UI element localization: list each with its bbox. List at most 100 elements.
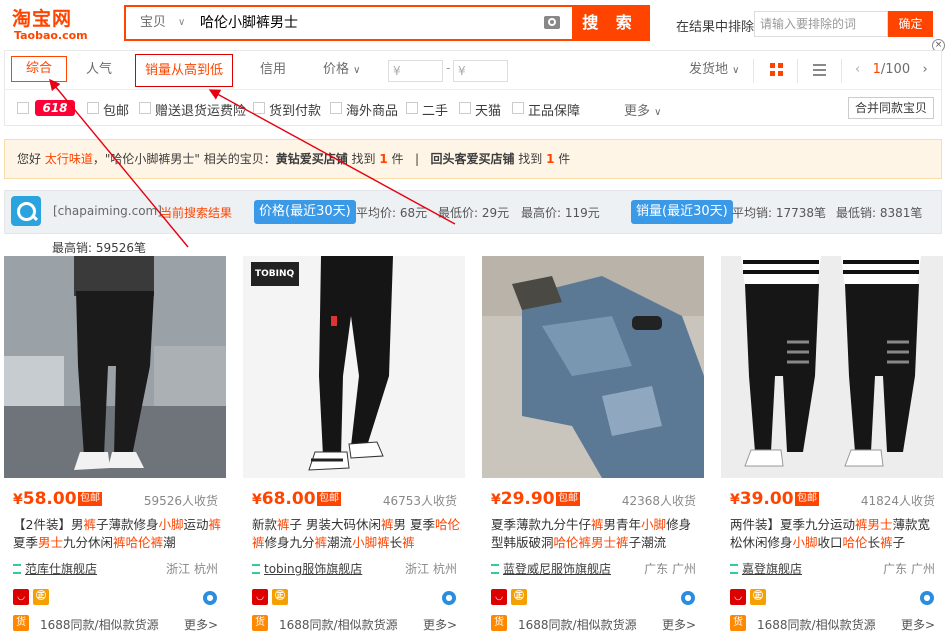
tmall-badge-icon[interactable]: ◡: [730, 589, 746, 605]
filter-checkbox[interactable]: [330, 102, 342, 114]
filter-second-hand[interactable]: 二手: [422, 100, 448, 119]
tmall-badge-icon[interactable]: ◡: [252, 589, 268, 605]
shop-link[interactable]: 蓝登威尼服饰旗舰店: [491, 560, 611, 577]
notice-shop-link[interactable]: 黄钻爱买店铺: [276, 152, 348, 166]
similar-source-link[interactable]: 1688同款/相似款货源: [40, 616, 159, 633]
currency-symbol: ¥: [252, 492, 262, 508]
more-filters[interactable]: 更多 ∨: [624, 100, 661, 119]
filter-overseas[interactable]: 海外商品: [346, 100, 398, 119]
product-image[interactable]: [482, 256, 704, 478]
currency-symbol: ¥: [730, 492, 740, 508]
badge-618: 618: [35, 100, 75, 116]
filter-tmall[interactable]: 天猫: [475, 100, 501, 119]
product-image[interactable]: [4, 256, 226, 478]
product-price: ¥29.90: [491, 489, 555, 509]
merge-same-button[interactable]: 合并同款宝贝: [848, 97, 934, 119]
product-image[interactable]: TOBINQ: [243, 256, 465, 478]
price-from-input[interactable]: ¥: [388, 60, 443, 82]
filter-genuine[interactable]: 正品保障: [528, 100, 580, 119]
product-title[interactable]: 【2件装】男裤子薄款修身小脚运动裤夏季男士九分休闲裤哈伦裤潮: [13, 516, 223, 552]
wangwang-chat-icon[interactable]: ●: [203, 591, 217, 605]
search-input[interactable]: 哈伦小脚裤男士: [192, 7, 558, 39]
title-part: 子潮流: [628, 535, 667, 550]
product-title[interactable]: 两件装】夏季九分运动裤男士薄款宽松休闲修身小脚收口哈伦长裤子: [730, 516, 940, 552]
coin-badge-icon[interactable]: ㊣: [750, 589, 766, 605]
notice-shop-link[interactable]: 回头客爱买店铺: [430, 152, 514, 166]
price-to-input[interactable]: ¥: [453, 60, 508, 82]
tmall-badge-icon[interactable]: ◡: [13, 589, 29, 605]
filter-checkbox[interactable]: [459, 102, 471, 114]
svg-text:TOBINQ: TOBINQ: [255, 269, 295, 279]
filter-checkbox[interactable]: [87, 102, 99, 114]
filter-return-insurance[interactable]: 赠送退货运费险: [155, 100, 246, 119]
similar-source-link[interactable]: 1688同款/相似款货源: [757, 616, 876, 633]
title-part: 夏季: [13, 535, 39, 550]
coin-badge-icon[interactable]: ㊣: [511, 589, 527, 605]
shop-link[interactable]: tobing服饰旗舰店: [252, 560, 362, 577]
shop-link[interactable]: 嘉登旗舰店: [730, 560, 802, 577]
shop-name: 范库仕旗舰店: [25, 562, 98, 576]
coin-badge-icon[interactable]: ㊣: [33, 589, 49, 605]
wangwang-chat-icon[interactable]: ●: [442, 591, 456, 605]
product-title[interactable]: 新款裤子 男装大码休闲裤男 夏季哈伦裤修身九分裤潮流小脚裤长裤: [252, 516, 462, 552]
similar-source-link[interactable]: 1688同款/相似款货源: [279, 616, 398, 633]
product-title[interactable]: 夏季薄款九分牛仔裤男青年小脚修身型韩版破洞哈伦裤男士裤子潮流: [491, 516, 701, 552]
more-link[interactable]: 更多>: [184, 616, 218, 633]
filter-cod[interactable]: 货到付款: [269, 100, 321, 119]
pager: ‹ 1/100 ›: [855, 51, 928, 89]
title-part: 新款: [252, 517, 278, 532]
magnifier-logo-icon[interactable]: [11, 196, 41, 226]
filter-free-shipping[interactable]: 包邮: [103, 100, 129, 119]
wangwang-chat-icon[interactable]: ●: [920, 591, 934, 605]
sort-sales-desc[interactable]: 销量从高到低: [135, 54, 233, 87]
title-part: 男 夏季: [393, 517, 436, 532]
more-link[interactable]: 更多>: [423, 616, 457, 633]
title-part: 小脚: [158, 517, 184, 532]
sort-popularity[interactable]: 人气: [86, 51, 112, 89]
filter-checkbox[interactable]: [139, 102, 151, 114]
min-sales: 最低销: 8381笔: [836, 206, 923, 220]
more-link[interactable]: 更多>: [901, 616, 935, 633]
product-card[interactable]: ¥29.90 包邮 42368人收货 夏季薄款九分牛仔裤男青年小脚修身型韩版破洞…: [482, 256, 704, 632]
tmall-badge-icon[interactable]: ◡: [491, 589, 507, 605]
sort-credit[interactable]: 信用: [260, 51, 286, 89]
shop-link[interactable]: 范库仕旗舰店: [13, 560, 97, 577]
product-card[interactable]: TOBINQ ¥68.00 包邮 46753人收货 新款裤子 男装大码休闲裤男 …: [243, 256, 465, 632]
notice-text: 找到: [347, 152, 380, 166]
next-page-icon[interactable]: ›: [923, 62, 928, 77]
stats-site-link[interactable]: [chapaiming.com]: [53, 204, 162, 218]
filter-618-checkbox[interactable]: [17, 102, 29, 114]
prev-page-icon[interactable]: ‹: [855, 62, 860, 77]
similar-source-link[interactable]: 1688同款/相似款货源: [518, 616, 637, 633]
sort-price[interactable]: 价格 ∨: [323, 51, 360, 89]
source-icon: 货: [13, 615, 29, 631]
list-view-icon[interactable]: [813, 64, 826, 76]
product-image[interactable]: [721, 256, 943, 478]
camera-icon[interactable]: [544, 16, 560, 29]
product-card[interactable]: ¥39.00 包邮 41824人收货 两件装】夏季九分运动裤男士薄款宽松休闲修身…: [721, 256, 943, 632]
filter-checkbox[interactable]: [512, 102, 524, 114]
filter-checkbox[interactable]: [406, 102, 418, 114]
coin-badge-icon[interactable]: ㊣: [272, 589, 288, 605]
filter-checkbox[interactable]: [253, 102, 265, 114]
user-name[interactable]: 太行味道: [45, 152, 93, 166]
wangwang-chat-icon[interactable]: ●: [681, 591, 695, 605]
paid-count: 41824人收货: [860, 494, 935, 508]
title-part: 男士: [38, 535, 64, 550]
taobao-logo[interactable]: 淘宝网 Taobao.com: [12, 4, 102, 44]
product-card[interactable]: ¥58.00 包邮 59526人收货 【2件装】男裤子薄款修身小脚运动裤夏季男士…: [4, 256, 226, 632]
exclude-confirm-button[interactable]: 确定: [888, 11, 933, 37]
grid-view-icon[interactable]: [770, 63, 784, 77]
title-part: 小脚: [641, 517, 667, 532]
title-part: 裤: [208, 517, 222, 532]
sort-comprehensive[interactable]: 综合: [11, 56, 67, 82]
search-type-select[interactable]: 宝贝 ∨: [126, 7, 192, 39]
title-part: 裤: [314, 535, 328, 550]
title-part: 裤: [381, 517, 394, 532]
location: 浙江 杭州: [405, 562, 457, 576]
search-button[interactable]: 搜 索: [572, 7, 648, 39]
exclude-input[interactable]: 请输入要排除的词: [754, 11, 888, 37]
price-tag: 价格(最近30天): [254, 200, 356, 224]
more-link[interactable]: 更多>: [662, 616, 696, 633]
ship-from-select[interactable]: 发货地 ∨: [689, 51, 739, 90]
